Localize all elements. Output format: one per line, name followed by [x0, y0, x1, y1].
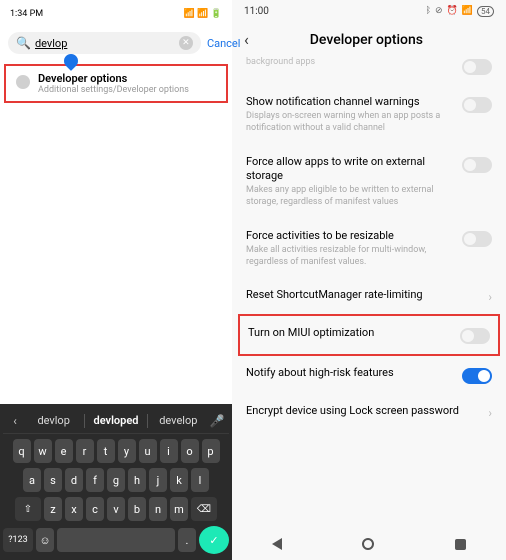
- kb-expand-icon[interactable]: ‹: [7, 414, 23, 428]
- key-a[interactable]: a: [23, 468, 41, 492]
- setting-item[interactable]: Notify about high-risk features: [246, 356, 492, 394]
- setting-item[interactable]: Show notification channel warnings Displ…: [246, 85, 492, 145]
- key-w[interactable]: w: [34, 439, 52, 463]
- key-backspace[interactable]: ⌫: [191, 497, 217, 521]
- settings-icon: [16, 75, 30, 89]
- key-x[interactable]: x: [65, 497, 83, 521]
- page-header: ‹ Developer options: [232, 22, 506, 57]
- key-dot[interactable]: .: [178, 528, 196, 552]
- setting-title: Notify about high-risk features: [246, 366, 454, 380]
- key-t[interactable]: t: [97, 439, 115, 463]
- toggle-switch[interactable]: [462, 157, 492, 173]
- chevron-right-icon: ›: [488, 290, 492, 304]
- kb-row-2: a s d f g h j k l: [3, 468, 229, 492]
- nav-bar: [232, 528, 506, 560]
- setting-item[interactable]: Force allow apps to write on external st…: [246, 145, 492, 219]
- key-l[interactable]: l: [191, 468, 209, 492]
- left-status-bar: 1:34 PM 📶 📶 🔋: [0, 0, 232, 28]
- setting-item[interactable]: Force activities to be resizable Make al…: [246, 219, 492, 279]
- key-s[interactable]: s: [44, 468, 62, 492]
- cancel-button[interactable]: Cancel: [207, 37, 240, 50]
- dnd-icon: ⊘: [435, 6, 443, 16]
- suggestion[interactable]: devloped: [87, 412, 144, 429]
- settings-list: background apps Show notification channe…: [232, 57, 506, 528]
- kb-row-4: ?123 ☺ . ✓: [3, 526, 229, 554]
- setting-item-miui-optimization[interactable]: Turn on MIUI optimization: [238, 314, 500, 356]
- nav-recents-icon[interactable]: [455, 539, 466, 550]
- search-icon: 🔍: [16, 36, 31, 50]
- key-o[interactable]: o: [181, 439, 199, 463]
- setting-desc: Displays on-screen warning when an app p…: [246, 111, 454, 134]
- search-input[interactable]: [35, 37, 175, 50]
- kb-row-1: q w e r t y u i o p: [3, 439, 229, 463]
- wifi-icon: 📶: [462, 6, 473, 16]
- setting-item[interactable]: Encrypt device using Lock screen passwor…: [246, 394, 492, 430]
- kb-row-3: ⇧ z x c v b n m ⌫: [3, 497, 229, 521]
- key-m[interactable]: m: [170, 497, 188, 521]
- key-j[interactable]: j: [149, 468, 167, 492]
- key-n[interactable]: n: [149, 497, 167, 521]
- alarm-icon: ⏰: [447, 6, 458, 16]
- setting-title: Force allow apps to write on external st…: [246, 155, 454, 184]
- key-space[interactable]: [57, 528, 175, 552]
- status-icons-right: 📶 📶 🔋: [184, 9, 222, 19]
- setting-title: Turn on MIUI optimization: [248, 326, 452, 340]
- key-h[interactable]: h: [128, 468, 146, 492]
- search-box[interactable]: 🔍 ✕: [8, 32, 201, 54]
- setting-desc: Make all activities resizable for multi-…: [246, 245, 454, 268]
- bluetooth-icon: ᛒ: [426, 6, 431, 16]
- key-emoji[interactable]: ☺: [36, 528, 54, 552]
- key-y[interactable]: y: [118, 439, 136, 463]
- suggestion[interactable]: develop: [150, 412, 207, 429]
- page-title: Developer options: [257, 32, 476, 48]
- setting-title: Force activities to be resizable: [246, 229, 454, 243]
- toggle-switch[interactable]: [462, 368, 492, 384]
- nav-back-icon[interactable]: [272, 538, 282, 550]
- toggle-switch[interactable]: [462, 231, 492, 247]
- key-e[interactable]: e: [55, 439, 73, 463]
- key-shift[interactable]: ⇧: [15, 497, 41, 521]
- key-i[interactable]: i: [160, 439, 178, 463]
- setting-desc: background apps: [246, 57, 454, 68]
- toggle-switch[interactable]: [460, 328, 490, 344]
- suggestion[interactable]: devlop: [25, 412, 82, 429]
- key-d[interactable]: d: [65, 468, 83, 492]
- key-r[interactable]: r: [76, 439, 94, 463]
- result-title: Developer options: [38, 72, 189, 85]
- setting-item[interactable]: background apps: [246, 57, 492, 85]
- clear-icon[interactable]: ✕: [179, 36, 193, 50]
- key-v[interactable]: v: [107, 497, 125, 521]
- status-time: 1:34 PM: [10, 9, 43, 19]
- chevron-right-icon: ›: [488, 406, 492, 420]
- key-z[interactable]: z: [44, 497, 62, 521]
- status-time: 11:00: [244, 6, 269, 17]
- key-f[interactable]: f: [86, 468, 104, 492]
- setting-item[interactable]: Reset ShortcutManager rate-limiting ›: [246, 278, 492, 314]
- key-p[interactable]: p: [202, 439, 220, 463]
- right-status-bar: 11:00 ᛒ ⊘ ⏰ 📶 54: [232, 0, 506, 22]
- search-result-item[interactable]: Developer options Additional settings/De…: [4, 64, 228, 103]
- key-q[interactable]: q: [13, 439, 31, 463]
- key-symbols[interactable]: ?123: [3, 528, 33, 552]
- keyboard: ‹ devlop devloped develop 🎤 q w e r t y …: [0, 404, 232, 560]
- setting-title: Reset ShortcutManager rate-limiting: [246, 288, 480, 302]
- battery-level: 54: [477, 6, 494, 17]
- nav-home-icon[interactable]: [362, 538, 374, 550]
- back-icon[interactable]: ‹: [244, 30, 249, 49]
- setting-title: Encrypt device using Lock screen passwor…: [246, 404, 480, 418]
- key-b[interactable]: b: [128, 497, 146, 521]
- key-g[interactable]: g: [107, 468, 125, 492]
- key-c[interactable]: c: [86, 497, 104, 521]
- setting-title: Show notification channel warnings: [246, 95, 454, 109]
- toggle-switch[interactable]: [462, 59, 492, 75]
- result-subtitle: Additional settings/Developer options: [38, 85, 189, 95]
- key-u[interactable]: u: [139, 439, 157, 463]
- key-enter[interactable]: ✓: [199, 526, 229, 554]
- setting-desc: Makes any app eligible to be written to …: [246, 185, 454, 208]
- mic-icon[interactable]: 🎤: [209, 414, 225, 428]
- toggle-switch[interactable]: [462, 97, 492, 113]
- key-k[interactable]: k: [170, 468, 188, 492]
